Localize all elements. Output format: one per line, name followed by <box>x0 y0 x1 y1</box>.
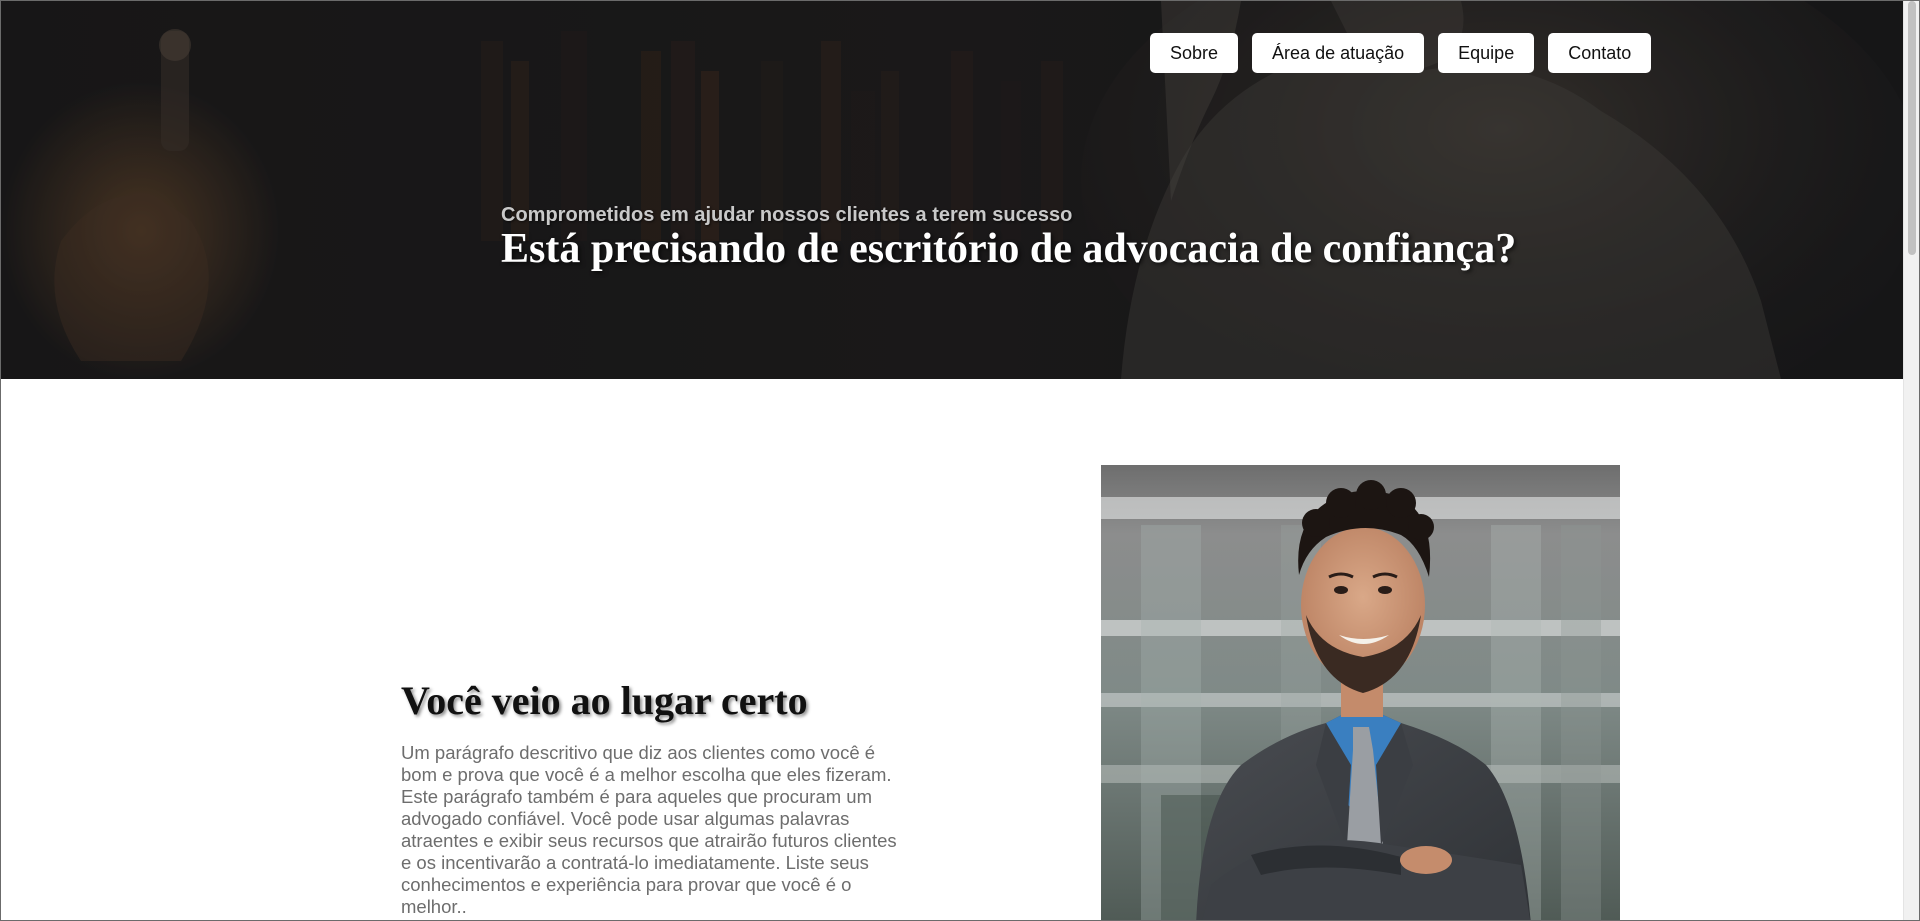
lawyer-photo <box>1101 465 1620 920</box>
page-scrollbar[interactable] <box>1903 1 1919 920</box>
hero-title: Está precisando de escritório de advocac… <box>501 226 1517 272</box>
scrollbar-thumb[interactable] <box>1908 1 1916 255</box>
about-paragraph: Um parágrafo descritivo que diz aos clie… <box>401 742 897 917</box>
lawyer-photo-image <box>1101 465 1620 920</box>
hero-banner: Sobre Área de atuação Equipe Contato Com… <box>1 1 1905 379</box>
hero-subtitle: Comprometidos em ajudar nossos clientes … <box>501 204 1073 226</box>
nav-sobre-button[interactable]: Sobre <box>1150 33 1239 73</box>
about-title: Você veio ao lugar certo <box>401 678 808 723</box>
nav-area-de-atuacao-button[interactable]: Área de atuação <box>1252 33 1425 73</box>
page-viewport: Sobre Área de atuação Equipe Contato Com… <box>0 0 1920 921</box>
top-navigation: Sobre Área de atuação Equipe Contato <box>1150 33 1652 73</box>
nav-equipe-button[interactable]: Equipe <box>1438 33 1535 73</box>
nav-contato-button[interactable]: Contato <box>1548 33 1652 73</box>
